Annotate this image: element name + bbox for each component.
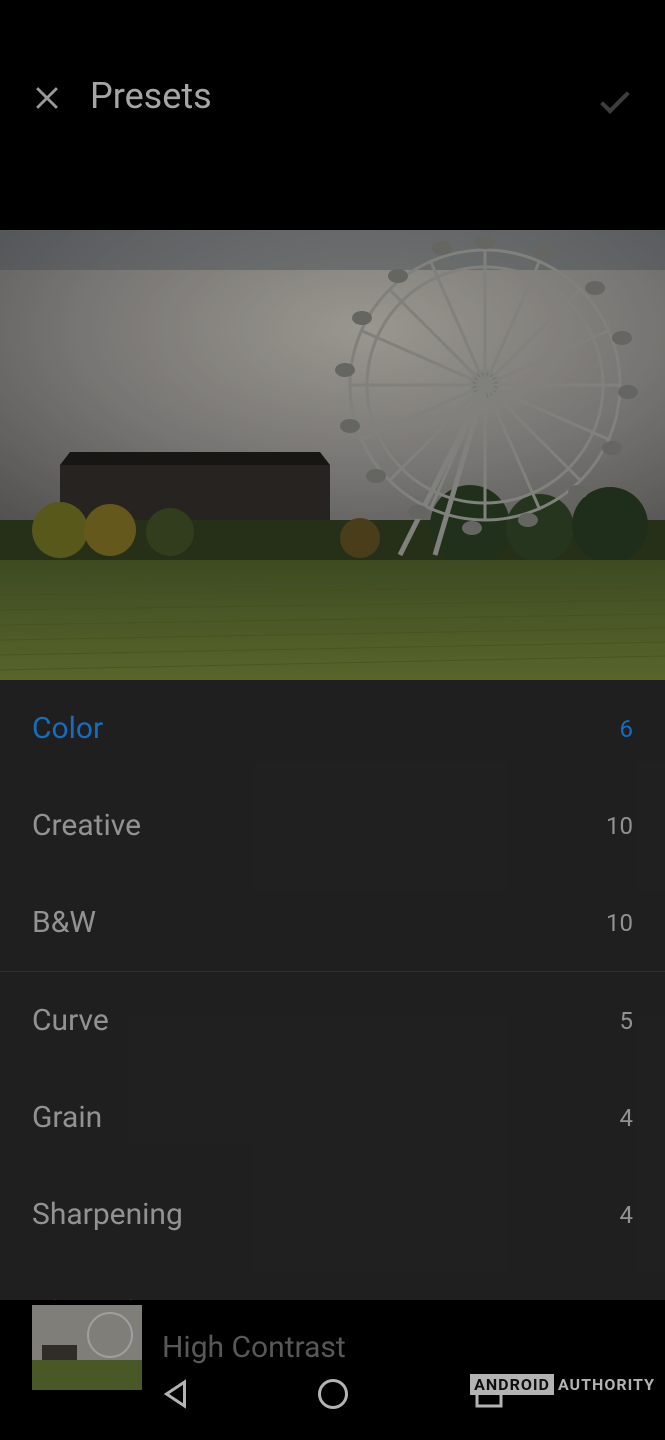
preset-group-label: Curve xyxy=(32,1003,109,1038)
preset-group-row[interactable]: Sharpening 4 xyxy=(0,1166,665,1263)
preset-group-count: 4 xyxy=(620,1201,634,1229)
preset-group-count: 10 xyxy=(606,909,633,937)
header-bar: Presets xyxy=(0,0,665,230)
preset-group-list: Color6Creative10B&W10Curve5Grain4Sharpen… xyxy=(0,680,665,1348)
close-icon[interactable] xyxy=(30,81,64,115)
preset-group-label: Grain xyxy=(32,1100,102,1135)
preset-group-row[interactable]: Grain 4 xyxy=(0,1069,665,1166)
confirm-icon[interactable] xyxy=(595,81,635,121)
photo-preview[interactable] xyxy=(0,230,665,680)
preset-group-row[interactable]: Curve 5 xyxy=(0,972,665,1069)
preset-group-label: B&W xyxy=(32,905,96,940)
preset-group-row[interactable]: Color 6 xyxy=(0,680,665,777)
preset-group-label: Creative xyxy=(32,808,141,843)
preset-group-count: 4 xyxy=(620,1104,634,1132)
watermark-rest: AUTHORITY xyxy=(558,1375,655,1394)
preset-group-count: 5 xyxy=(620,1007,634,1035)
preset-group-row[interactable]: Creative 10 xyxy=(0,777,665,874)
nav-back-icon[interactable] xyxy=(159,1376,195,1412)
watermark: ANDROIDAUTHORITY xyxy=(470,1375,655,1394)
preset-group-label: Color xyxy=(32,711,103,746)
nav-home-icon[interactable] xyxy=(315,1376,351,1412)
preset-group-count: 10 xyxy=(606,812,633,840)
android-nav-bar xyxy=(0,1348,665,1440)
preset-group-row[interactable]: B&W 10 xyxy=(0,874,665,971)
watermark-boxed: ANDROID xyxy=(470,1374,554,1395)
page-title: Presets xyxy=(90,75,212,117)
preset-group-count: 6 xyxy=(620,715,634,743)
preset-group-label: Sharpening xyxy=(32,1197,183,1232)
